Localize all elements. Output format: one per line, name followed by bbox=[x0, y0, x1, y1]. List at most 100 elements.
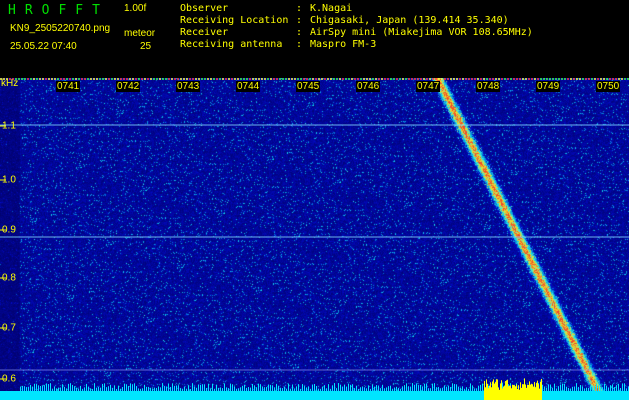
signal-spike bbox=[108, 386, 109, 391]
signal-spike bbox=[544, 386, 545, 391]
signal-spike bbox=[414, 384, 415, 391]
signal-spike bbox=[210, 388, 211, 391]
signal-spike bbox=[128, 385, 129, 391]
top-scale-dot bbox=[393, 78, 395, 80]
signal-spike bbox=[580, 385, 581, 391]
signal-spike bbox=[356, 385, 357, 391]
signal-spike bbox=[110, 384, 111, 391]
signal-spike bbox=[608, 387, 609, 391]
signal-spike bbox=[406, 383, 407, 391]
signal-spike bbox=[208, 383, 209, 391]
signal-spike bbox=[212, 383, 213, 391]
info-separator: : bbox=[296, 39, 309, 50]
meteor-burst bbox=[498, 387, 499, 400]
top-scale-dot bbox=[240, 78, 242, 80]
signal-spike bbox=[146, 386, 147, 391]
top-scale-dot bbox=[570, 78, 572, 80]
signal-spike bbox=[606, 385, 607, 391]
app-version: 1.00f bbox=[124, 3, 147, 14]
signal-spike bbox=[86, 383, 87, 391]
signal-spike bbox=[158, 386, 159, 391]
top-scale-dot bbox=[75, 78, 77, 80]
top-scale-dot bbox=[594, 78, 596, 80]
signal-spike bbox=[418, 385, 419, 391]
top-scale-dot bbox=[159, 78, 161, 80]
signal-spike bbox=[296, 386, 297, 391]
signal-spike bbox=[304, 386, 305, 391]
meteor-burst bbox=[492, 381, 493, 400]
top-scale-dot bbox=[330, 78, 332, 80]
signal-spike bbox=[386, 387, 387, 391]
meteor-burst bbox=[527, 384, 528, 400]
signal-spike bbox=[126, 384, 127, 391]
signal-spike bbox=[190, 388, 191, 391]
spectrogram-overlay bbox=[0, 78, 629, 400]
top-scale-dot bbox=[579, 78, 581, 80]
signal-spike bbox=[166, 386, 167, 391]
top-scale-dot bbox=[405, 78, 407, 80]
signal-spike bbox=[42, 385, 43, 391]
top-scale-dot bbox=[165, 78, 167, 80]
signal-spike bbox=[394, 387, 395, 391]
signal-spike bbox=[300, 388, 301, 391]
signal-spike bbox=[134, 383, 135, 391]
signal-spike bbox=[214, 388, 215, 391]
signal-spike bbox=[260, 384, 261, 391]
top-scale-dot bbox=[150, 78, 152, 80]
meteor-burst bbox=[533, 386, 534, 400]
top-scale-dot bbox=[192, 78, 194, 80]
signal-spike bbox=[344, 384, 345, 391]
signal-spike bbox=[72, 384, 73, 391]
signal-spike bbox=[438, 386, 439, 391]
info-row-location: Receiving Location: Chigasaki, Japan (13… bbox=[180, 15, 533, 27]
signal-spike bbox=[566, 386, 567, 391]
signal-spike bbox=[448, 385, 449, 391]
signal-spike bbox=[308, 386, 309, 391]
top-scale-dot bbox=[354, 78, 356, 80]
signal-spike bbox=[416, 383, 417, 391]
meteor-burst bbox=[512, 384, 513, 400]
top-scale-dot bbox=[507, 78, 509, 80]
top-scale-dot bbox=[228, 78, 230, 80]
top-scale-dot bbox=[102, 78, 104, 80]
top-scale-dot bbox=[114, 78, 116, 80]
signal-spike bbox=[572, 386, 573, 391]
signal-spike bbox=[288, 383, 289, 391]
y-axis-unit: kHz bbox=[1, 78, 19, 89]
signal-spike bbox=[400, 388, 401, 391]
signal-spike bbox=[578, 387, 579, 391]
top-scale-dot bbox=[345, 78, 347, 80]
signal-spike bbox=[330, 388, 331, 391]
top-scale-dot bbox=[111, 78, 113, 80]
top-scale-dot bbox=[483, 78, 485, 80]
top-scale-dot bbox=[36, 78, 38, 80]
top-scale-dot bbox=[444, 78, 446, 80]
top-scale-dot bbox=[81, 78, 83, 80]
meteor-burst bbox=[524, 378, 525, 400]
signal-spike bbox=[338, 383, 339, 391]
top-scale-dot bbox=[492, 78, 494, 80]
meteor-burst bbox=[491, 387, 492, 400]
signal-spike bbox=[44, 385, 45, 391]
signal-spike bbox=[370, 388, 371, 391]
signal-spike bbox=[328, 384, 329, 391]
signal-spike bbox=[104, 383, 105, 391]
top-scale-dot bbox=[504, 78, 506, 80]
signal-spike bbox=[36, 384, 37, 391]
meteor-burst bbox=[530, 384, 531, 400]
meteor-burst bbox=[526, 387, 527, 400]
time-label: 0745 bbox=[296, 81, 321, 92]
meteor-burst bbox=[529, 381, 530, 400]
top-scale-dot bbox=[282, 78, 284, 80]
top-scale-dot bbox=[27, 78, 29, 80]
meteor-burst bbox=[507, 379, 508, 400]
top-scale-dot bbox=[147, 78, 149, 80]
signal-spike bbox=[596, 383, 597, 391]
signal-spike bbox=[592, 387, 593, 391]
signal-spike bbox=[316, 385, 317, 391]
signal-spike bbox=[112, 387, 113, 391]
signal-spike bbox=[468, 388, 469, 391]
top-scale-dot bbox=[543, 78, 545, 80]
info-separator: : bbox=[296, 3, 309, 14]
signal-spike bbox=[410, 386, 411, 391]
